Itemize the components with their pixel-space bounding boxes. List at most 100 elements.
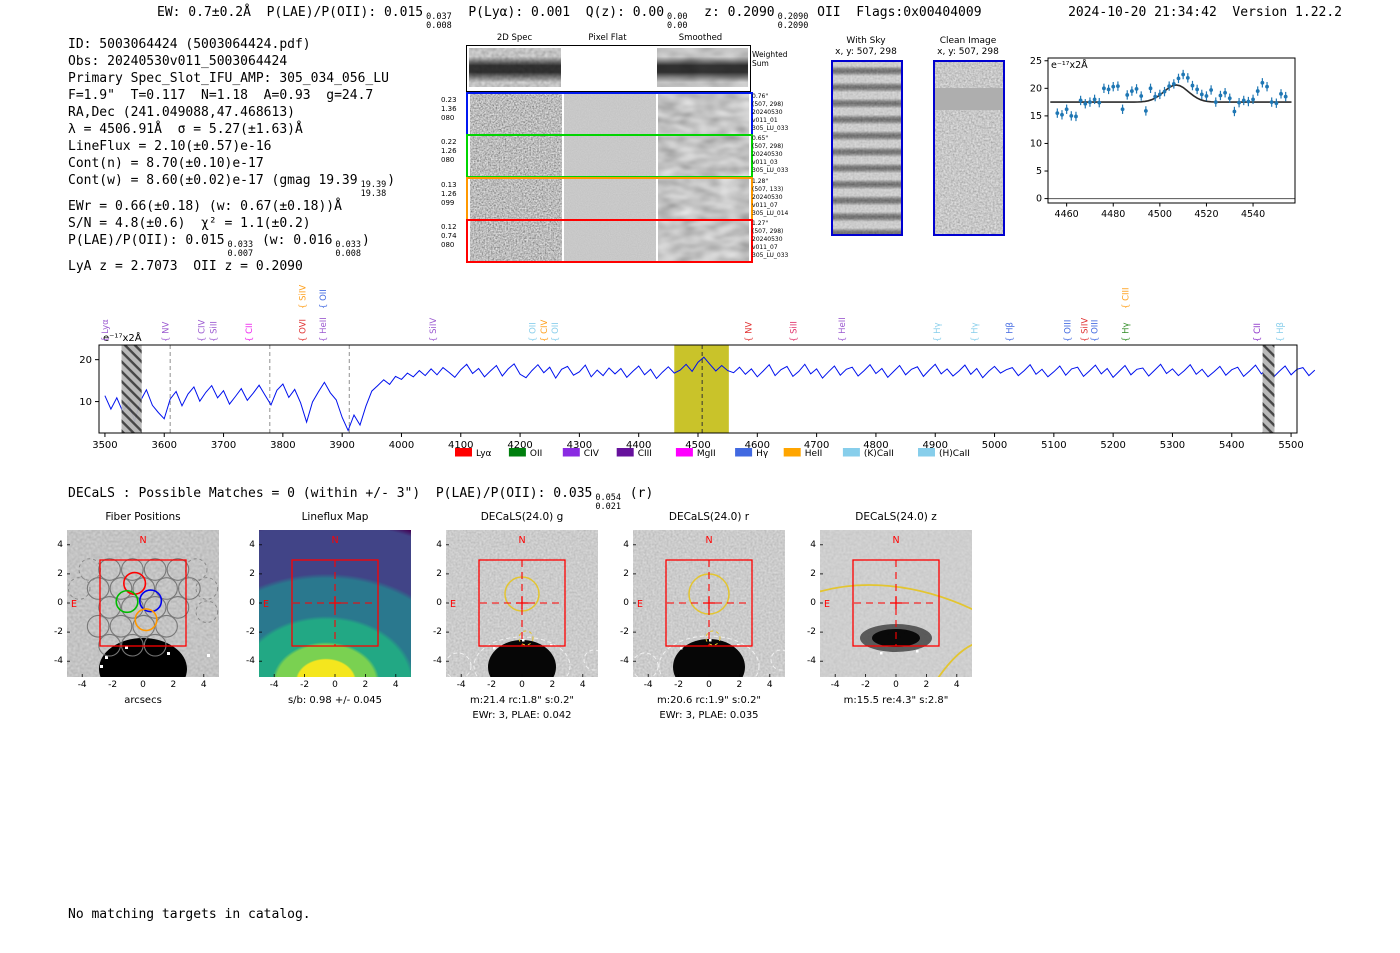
stacked-uncertainty: 0.2090 0.2090 bbox=[778, 13, 809, 30]
x-tick-label: 5000 bbox=[982, 440, 1007, 451]
data-point bbox=[1218, 93, 1223, 98]
cutout-panel-r: DECaLS(24.0) r 4 2 0 -2 -4 -4 -2 0 2 4 m:20.6 rc:1.… bbox=[613, 511, 805, 726]
legend-swatch bbox=[455, 448, 472, 457]
x-tick-label: -4 bbox=[830, 680, 840, 690]
data-point bbox=[1232, 109, 1237, 114]
emission-line-label: { Hγ bbox=[933, 322, 943, 342]
data-point bbox=[1265, 84, 1269, 89]
data-point bbox=[1176, 76, 1181, 81]
text-segment: OII Flags:0x00404009 bbox=[809, 5, 982, 20]
legend-item: (H)CaII bbox=[918, 448, 970, 459]
spec2d-fiber-row bbox=[466, 219, 753, 264]
data-point bbox=[1064, 107, 1069, 112]
noise-image bbox=[658, 178, 749, 219]
text-segment: EWr = 0.66(±0.18) (w: 0.67(±0.18))Å bbox=[68, 199, 342, 214]
y-tick-label: 4 bbox=[810, 539, 816, 550]
clean-image bbox=[933, 60, 1005, 236]
y-tick-label: 0 bbox=[436, 598, 442, 608]
spec2d-fiber-row bbox=[466, 92, 753, 136]
noise-image bbox=[470, 136, 562, 177]
data-point bbox=[1204, 94, 1209, 98]
x-tick-label: 4 bbox=[766, 680, 773, 690]
noise-image bbox=[470, 178, 562, 219]
emission-line-label: { Hγ bbox=[1122, 322, 1132, 342]
full-spectrum-plot: 3500 3600 3700 3800 3900 4000 4100 4200 4300 4400… bbox=[79, 285, 1316, 459]
data-point bbox=[1167, 84, 1172, 89]
y-tick-label: 4 bbox=[623, 539, 629, 550]
line-fit-zoom-plot: 4460 4480 4500 4520 4540 0 5 10 15 20 25 e⁻¹⁷x2Å bbox=[1030, 56, 1296, 220]
cutout-image-g: NE bbox=[446, 530, 598, 677]
cutout-caption: m:21.4 rc:1.8" s:0.2" bbox=[469, 695, 575, 706]
noise-image bbox=[470, 221, 562, 262]
noise-image bbox=[470, 94, 562, 134]
legend-label: HeII bbox=[805, 449, 823, 459]
lower-value: 0.008 bbox=[335, 248, 362, 259]
text-segment: ) bbox=[387, 173, 396, 188]
fiber-2d-cell bbox=[470, 178, 562, 219]
text-segment: Cont(w) = 8.60(±0.02)e-17 (gmag 19.39 bbox=[68, 173, 358, 188]
spec2d-col-header: 2D Spec bbox=[496, 33, 533, 43]
text-segment: (r) bbox=[621, 486, 654, 501]
x-tick-label: 5400 bbox=[1219, 440, 1244, 451]
data-point bbox=[1251, 97, 1255, 102]
emission-line-label: { SiII bbox=[789, 321, 799, 342]
fiber-smoothed-cell bbox=[658, 178, 749, 219]
y-tick-label: -4 bbox=[54, 656, 63, 667]
cutout-caption: m:20.6 rc:1.9" s:0.2" bbox=[656, 695, 762, 706]
x-tick-label: -4 bbox=[77, 680, 87, 690]
text-segment: P(Lyα): 0.001 Q(z): 0.00 bbox=[452, 5, 665, 20]
compass-north: N bbox=[331, 535, 338, 546]
lower-value: 0.021 bbox=[595, 501, 621, 512]
weighted-sum-label: Weighted Sum bbox=[752, 50, 788, 68]
x-tick-label: 2 bbox=[362, 680, 369, 690]
lower-value: 0.2090 bbox=[777, 20, 809, 31]
x-tick-label: -2 bbox=[108, 680, 118, 690]
stacked-uncertainty: 0.054 0.021 bbox=[595, 494, 621, 511]
fiber-id-labels: 0.76" (507, 298) 20240530 v011_01 305_LU… bbox=[752, 93, 789, 132]
text-segment: S/N = 4.8(±0.6) χ² = 1.1(±0.2) bbox=[68, 216, 311, 231]
x-tick-label: 2 bbox=[549, 680, 556, 690]
y-tick-label: 20 bbox=[1030, 83, 1042, 94]
x-tick-label: 5300 bbox=[1160, 440, 1185, 451]
data-point bbox=[1162, 89, 1167, 94]
y-tick-label: 25 bbox=[1030, 56, 1042, 67]
text-segment: P(LAE)/P(OII): 0.015 bbox=[68, 233, 225, 248]
x-tick-label: -4 bbox=[643, 680, 653, 690]
lower-value: 0.007 bbox=[227, 248, 254, 259]
x-tick-label: 0 bbox=[893, 680, 899, 690]
data-point bbox=[1074, 114, 1078, 119]
noise-image bbox=[564, 221, 656, 262]
emission-line-label: { Hβ bbox=[1276, 322, 1286, 342]
legend-label: MgII bbox=[697, 449, 716, 459]
with-sky-image bbox=[831, 60, 903, 236]
spec2d-col-header: Pixel Flat bbox=[588, 33, 627, 43]
legend-swatch bbox=[735, 448, 753, 457]
data-point bbox=[1279, 91, 1283, 96]
clean-image-coords: x, y: 507, 298 bbox=[937, 47, 999, 57]
data-point bbox=[1227, 96, 1232, 101]
y-tick-label: -4 bbox=[246, 656, 255, 667]
legend-label: (H)CaII bbox=[939, 449, 970, 459]
stacked-uncertainty: 19.39 19.38 bbox=[361, 181, 387, 198]
text-segment: ID: 5003064424 (5003064424.pdf) bbox=[68, 37, 311, 52]
emission-line-label: { Lyα bbox=[101, 319, 111, 342]
trace-band bbox=[657, 48, 748, 87]
spec2d-fiber-row bbox=[466, 134, 753, 179]
x-tick-label: -2 bbox=[674, 680, 684, 690]
emission-line-label: { SiIV bbox=[298, 285, 308, 309]
data-point bbox=[1260, 80, 1265, 85]
data-point bbox=[1153, 94, 1158, 99]
cutout-title: DECaLS(24.0) g bbox=[480, 511, 564, 523]
stacked-uncertainty: 0.033 0.008 bbox=[335, 241, 361, 258]
cutout-caption: m:15.5 re:4.3" s:2.8" bbox=[843, 695, 949, 706]
fiber-id-labels: 0.65" (507, 298) 20240530 v011_03 305_LU… bbox=[752, 135, 789, 175]
data-point bbox=[1055, 111, 1060, 116]
data-point bbox=[1195, 87, 1200, 92]
legend-item: OII bbox=[508, 448, 542, 459]
cutout-panel-fiber: Fiber Positions 4 2 0 -2 -4 -4 -2 0 2 4 arcsecs N E bbox=[47, 511, 239, 726]
y-tick-label: -2 bbox=[246, 627, 255, 638]
legend-swatch bbox=[508, 448, 526, 457]
fiber-2d-cell bbox=[470, 136, 562, 177]
y-tick-label: 4 bbox=[249, 539, 255, 550]
data-point bbox=[1269, 100, 1274, 105]
